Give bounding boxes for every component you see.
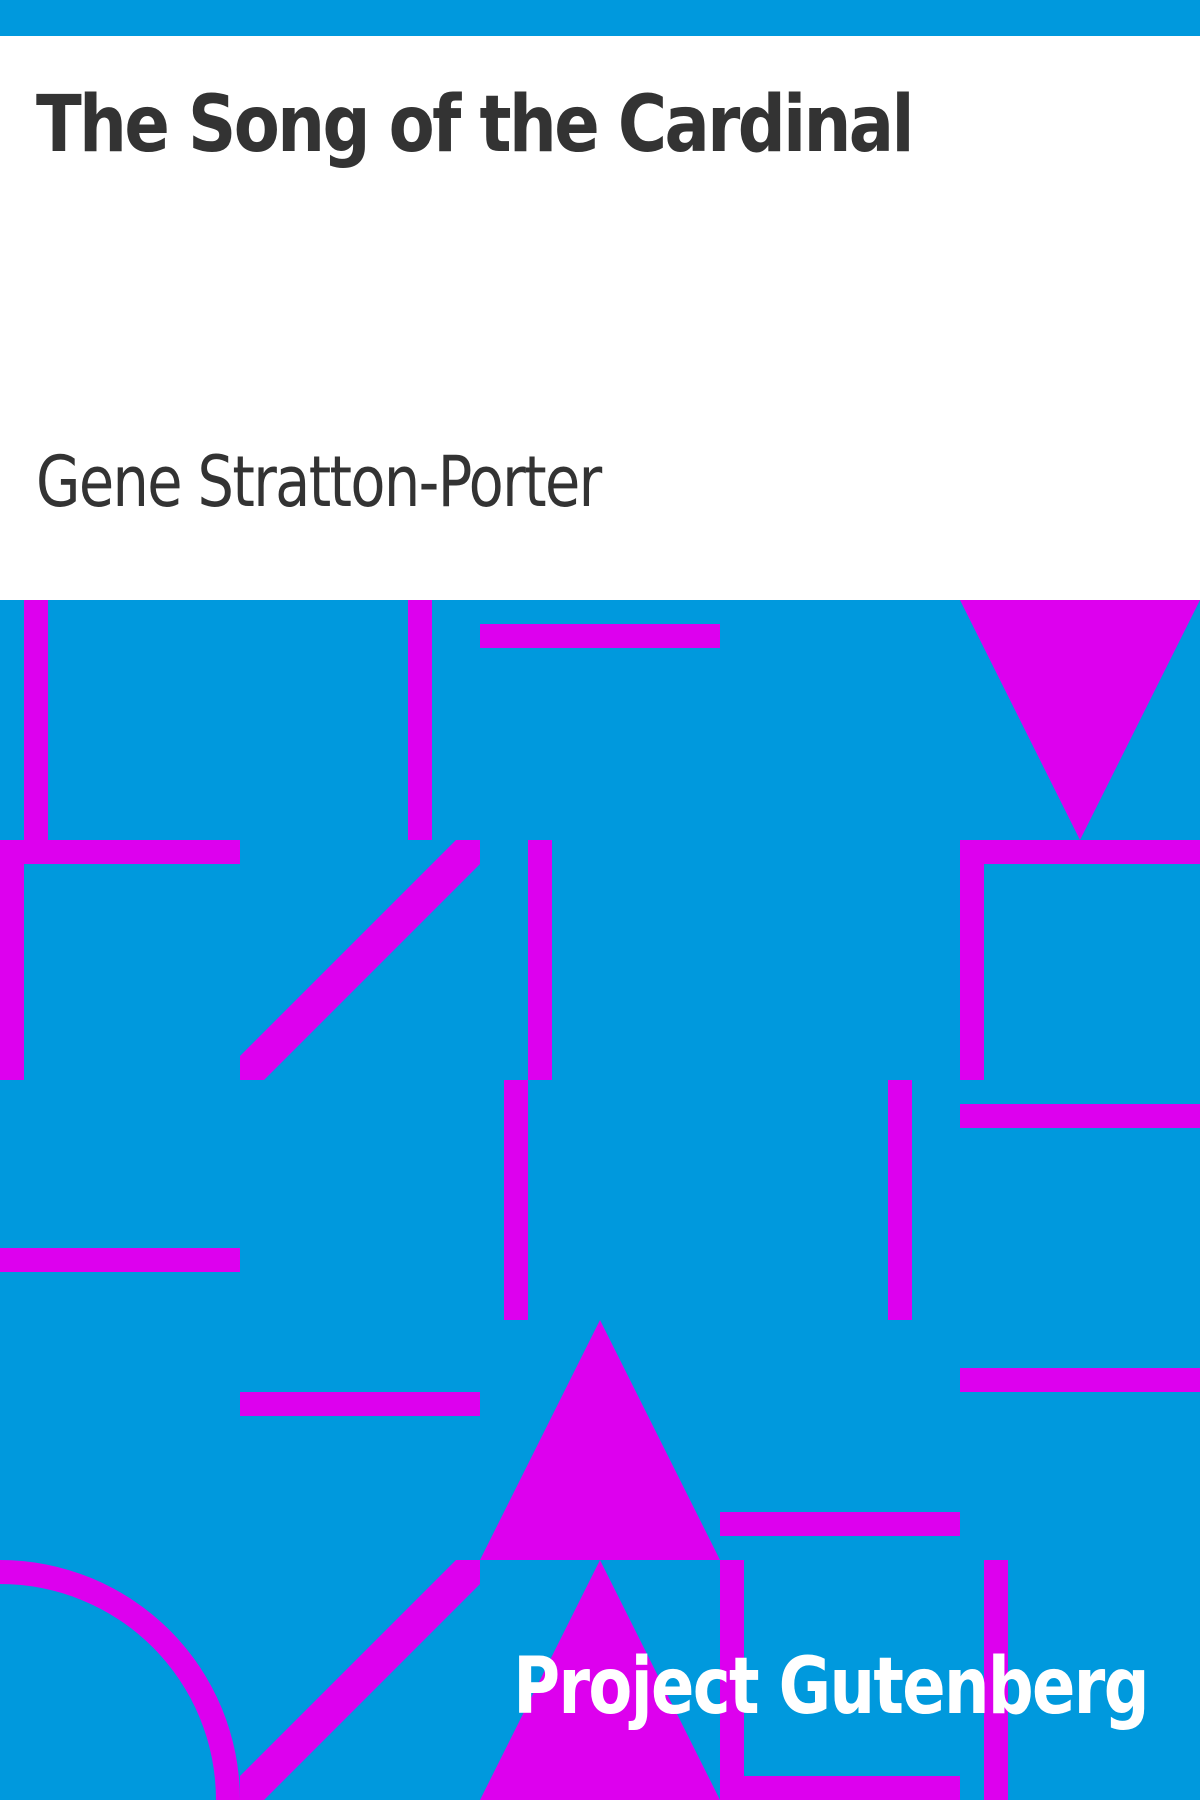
art-bar bbox=[240, 1392, 480, 1416]
art-bar bbox=[888, 1080, 912, 1320]
art-bar bbox=[0, 840, 240, 864]
art-bar bbox=[720, 1512, 960, 1536]
art-bar bbox=[960, 1104, 1200, 1128]
art-bar bbox=[504, 1080, 528, 1320]
art-bar bbox=[960, 840, 984, 1080]
book-author: Gene Stratton-Porter bbox=[36, 441, 602, 523]
art-bar bbox=[960, 1368, 1200, 1392]
cover-geometric-art bbox=[0, 600, 1200, 1800]
art-bar bbox=[0, 840, 24, 1080]
top-color-band bbox=[0, 0, 1200, 36]
art-bar bbox=[0, 1248, 240, 1272]
art-bar bbox=[24, 600, 48, 840]
book-title: The Song of the Cardinal bbox=[36, 80, 914, 170]
art-bar bbox=[480, 624, 720, 648]
art-bar bbox=[408, 600, 432, 840]
publisher-name: Project Gutenberg bbox=[513, 1642, 1149, 1732]
art-bar bbox=[720, 1776, 960, 1800]
art-bar bbox=[960, 840, 1200, 864]
art-bar bbox=[528, 840, 552, 1080]
